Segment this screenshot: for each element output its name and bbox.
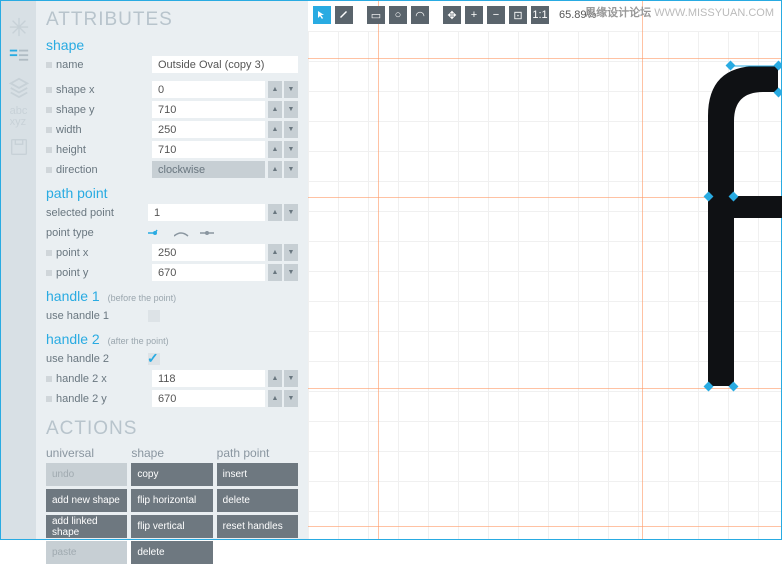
stepper-down[interactable]: ▼ [284,141,298,158]
stepper-up[interactable]: ▲ [268,141,282,158]
stepper-down[interactable]: ▼ [284,101,298,118]
stepper-down[interactable]: ▼ [284,121,298,138]
attributes-icon[interactable] [7,45,31,69]
universal-title: universal [46,446,127,460]
point-x-input[interactable]: 250 [152,244,265,261]
point-y-input[interactable]: 670 [152,264,265,281]
stepper-up[interactable]: ▲ [268,121,282,138]
width-input[interactable]: 250 [152,121,265,138]
stepper-down[interactable]: ▼ [284,370,298,387]
zoom-in-tool[interactable]: + [465,6,483,24]
fit-tool[interactable]: ⊡ [509,6,527,24]
stepper-up[interactable]: ▲ [268,264,282,281]
path-point-actions-title: path point [217,446,298,460]
canvas-toolbar: ▭ ○ ◠ ✥ + − ⊡ 1:1 65.89% [313,6,596,24]
panel-header: ATTRIBUTES [46,9,298,31]
save-icon[interactable] [7,135,31,159]
canvas-area[interactable]: ▭ ○ ◠ ✥ + − ⊡ 1:1 65.89% [308,1,781,539]
shape-x-label: shape x [56,84,152,96]
direction-select[interactable]: clockwise [152,161,265,178]
stepper-up[interactable]: ▲ [268,244,282,261]
selected-point-label: selected point [46,207,148,219]
flip-vertical-button[interactable]: flip vertical [131,515,212,538]
path-tool[interactable]: ◠ [411,6,429,24]
stepper-down[interactable]: ▼ [284,390,298,407]
stepper-up[interactable]: ▲ [268,370,282,387]
watermark: 思缘设计论坛 WWW.MISSYUAN.COM [585,4,774,20]
delete-point-button[interactable]: delete [217,489,298,512]
handle2-x-input[interactable]: 118 [152,370,265,387]
canvas[interactable] [308,1,781,539]
selected-point-input[interactable]: 1 [148,204,265,221]
section-handle1: handle 1 (before the point) [46,288,298,304]
shape-y-input[interactable]: 710 [152,101,265,118]
sidebar-iconbar: abcxyz [1,1,36,539]
layers-icon[interactable] [7,75,31,99]
guide-vertical[interactable] [378,1,379,539]
stepper-up[interactable]: ▲ [268,204,282,221]
stepper-up[interactable]: ▲ [268,101,282,118]
use-handle1-checkbox[interactable] [148,310,160,322]
text-icon[interactable]: abcxyz [7,105,31,129]
zoom-out-tool[interactable]: − [487,6,505,24]
copy-button[interactable]: copy [131,463,212,486]
point-x-label: point x [56,247,152,259]
stepper-down[interactable]: ▼ [284,244,298,261]
pan-tool[interactable]: ✥ [443,6,461,24]
section-path-point: path point [46,185,298,201]
rect-tool[interactable]: ▭ [367,6,385,24]
use-handle2-checkbox[interactable] [148,353,160,365]
compass-icon[interactable] [7,15,31,39]
stepper-down[interactable]: ▼ [284,204,298,221]
delete-shape-button[interactable]: delete [131,541,212,564]
stepper-up[interactable]: ▲ [268,390,282,407]
section-shape: shape [46,37,298,53]
glyph-shape[interactable] [688,56,782,406]
width-label: width [56,124,152,136]
pen-tool[interactable] [335,6,353,24]
point-type-selector[interactable] [148,228,218,238]
insert-button[interactable]: insert [217,463,298,486]
pointer-tool[interactable] [313,6,331,24]
height-input[interactable]: 710 [152,141,265,158]
point-y-label: point y [56,267,152,279]
flip-horizontal-button[interactable]: flip horizontal [131,489,212,512]
handle2-y-label: handle 2 y [56,393,152,405]
name-label: name [56,59,152,71]
one-to-one-tool[interactable]: 1:1 [531,6,549,24]
height-label: height [56,144,152,156]
stepper-down[interactable]: ▼ [284,161,298,178]
reset-handles-button[interactable]: reset handles [217,515,298,538]
stepper-up[interactable]: ▲ [268,81,282,98]
oval-tool[interactable]: ○ [389,6,407,24]
add-linked-shape-button[interactable]: add linked shape [46,515,127,538]
shape-actions-title: shape [131,446,212,460]
stepper-down[interactable]: ▼ [284,264,298,281]
use-handle1-label: use handle 1 [46,310,148,322]
shape-x-input[interactable]: 0 [152,81,265,98]
handle2-x-label: handle 2 x [56,373,152,385]
stepper-down[interactable]: ▼ [284,81,298,98]
add-new-shape-button[interactable]: add new shape [46,489,127,512]
paste-button[interactable]: paste [46,541,127,564]
section-handle2: handle 2 (after the point) [46,331,298,347]
handle2-y-input[interactable]: 670 [152,390,265,407]
shape-y-label: shape y [56,104,152,116]
use-handle2-label: use handle 2 [46,353,148,365]
direction-label: direction [56,164,152,176]
actions-header: ACTIONS [46,418,298,440]
undo-button[interactable]: undo [46,463,127,486]
guide-vertical[interactable] [642,1,643,539]
point-type-label: point type [46,227,148,239]
stepper-up[interactable]: ▲ [268,161,282,178]
attributes-panel: ATTRIBUTES shape nameOutside Oval (copy … [36,1,308,539]
name-input[interactable]: Outside Oval (copy 3) [152,56,298,73]
